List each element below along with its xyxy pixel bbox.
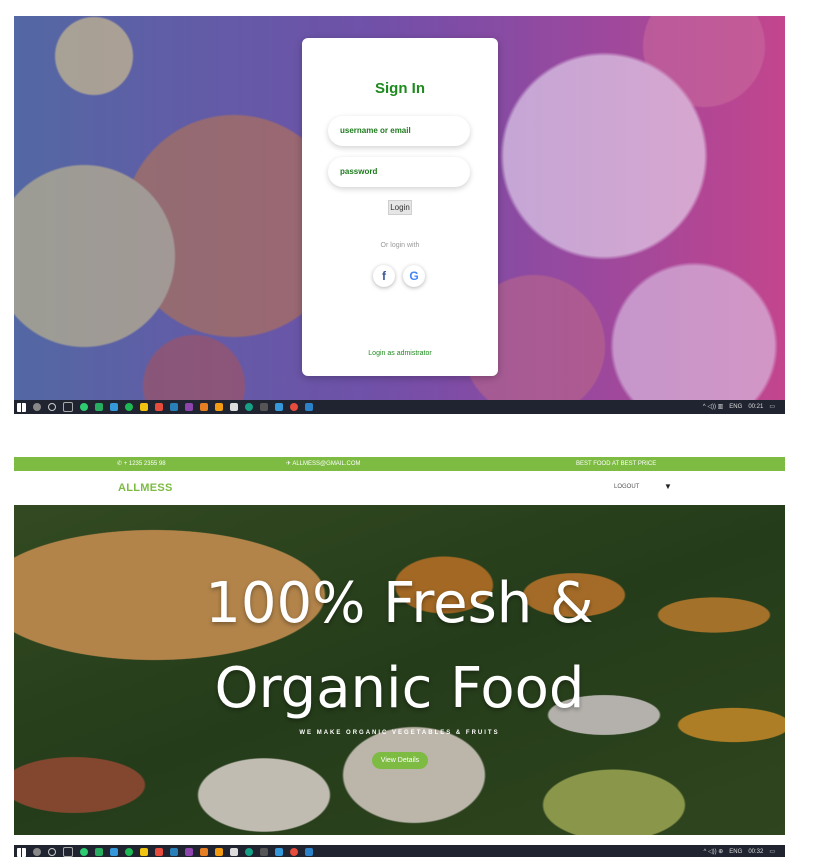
app4-icon[interactable]: [215, 403, 223, 411]
taskbar-icons: [17, 847, 313, 857]
app-icon[interactable]: [95, 403, 103, 411]
signin-title: Sign In: [375, 80, 425, 97]
google-icon[interactable]: G: [403, 265, 425, 287]
hero-title-line2: Organic Food: [214, 656, 585, 721]
cortana-icon[interactable]: [48, 848, 56, 856]
system-tray: ^ ◁)) ▥ ENG 00:21 ▭: [703, 400, 775, 414]
app9-icon[interactable]: [305, 848, 313, 856]
contact-bar: ✆ + 1235 2355 98 ✈ ALLMESS@GMAIL.COM BES…: [14, 457, 785, 471]
app5-icon[interactable]: [230, 848, 238, 856]
taskbar-icons: [17, 402, 313, 412]
logout-link[interactable]: LOGOUT: [614, 484, 639, 490]
username-input[interactable]: username or email: [328, 116, 470, 146]
edge-icon[interactable]: [110, 403, 118, 411]
tray-icons[interactable]: ^ ◁)) ▥: [703, 400, 723, 414]
taskbar: ^ ◁)) ⊕ ENG 00:32 ▭: [14, 845, 785, 857]
site-logo[interactable]: ALLMESS: [118, 482, 173, 494]
edge-icon[interactable]: [110, 848, 118, 856]
chrome-icon[interactable]: [80, 848, 88, 856]
office-icon[interactable]: [155, 848, 163, 856]
app2-icon[interactable]: [185, 403, 193, 411]
task-view-icon[interactable]: [63, 402, 73, 412]
app8-icon[interactable]: [290, 848, 298, 856]
windows-start-icon[interactable]: [17, 402, 26, 412]
password-input[interactable]: password: [328, 157, 470, 187]
hero-banner: 100% Fresh & Organic Food WE MAKE ORGANI…: [14, 505, 785, 835]
chrome-icon[interactable]: [80, 403, 88, 411]
cortana-icon[interactable]: [48, 403, 56, 411]
system-tray: ^ ◁)) ⊕ ENG 00:32 ▭: [704, 845, 776, 857]
app7-icon[interactable]: [260, 848, 268, 856]
vscode-icon[interactable]: [275, 403, 283, 411]
language-indicator[interactable]: ENG: [729, 400, 742, 414]
app3-icon[interactable]: [200, 848, 208, 856]
view-details-button[interactable]: View Details: [372, 752, 428, 769]
spotify-icon[interactable]: [125, 848, 133, 856]
app9-icon[interactable]: [305, 403, 313, 411]
app2-icon[interactable]: [185, 848, 193, 856]
language-indicator[interactable]: ENG: [729, 845, 742, 857]
taskbar: ^ ◁)) ▥ ENG 00:21 ▭: [14, 400, 785, 414]
email-text: ✈ ALLMESS@GMAIL.COM: [286, 461, 361, 467]
facebook-icon[interactable]: f: [373, 265, 395, 287]
tray-icons[interactable]: ^ ◁)) ⊕: [704, 845, 724, 857]
mail-icon[interactable]: [170, 848, 178, 856]
vscode-icon[interactable]: [275, 848, 283, 856]
spotify-icon[interactable]: [125, 403, 133, 411]
app6-icon[interactable]: [245, 848, 253, 856]
login-button[interactable]: Login: [388, 200, 412, 215]
cart-icon[interactable]: ▼: [664, 482, 672, 491]
phone-text: ✆ + 1235 2355 98: [117, 461, 166, 467]
clock[interactable]: 00:21: [748, 400, 763, 414]
signin-card: Sign In username or email password Login…: [302, 38, 498, 376]
navbar: ALLMESS LOGOUT ▼: [14, 471, 785, 505]
notification-icon[interactable]: ▭: [769, 400, 775, 414]
task-view-icon[interactable]: [63, 847, 73, 857]
app3-icon[interactable]: [200, 403, 208, 411]
tagline: BEST FOOD AT BEST PRICE: [576, 461, 657, 467]
folder-icon[interactable]: [140, 403, 148, 411]
hero-title-line1: 100% Fresh &: [205, 571, 594, 636]
notification-icon[interactable]: ▭: [769, 845, 775, 857]
email-address: ALLMESS@GMAIL.COM: [292, 461, 361, 467]
office-icon[interactable]: [155, 403, 163, 411]
folder-icon[interactable]: [140, 848, 148, 856]
app8-icon[interactable]: [290, 403, 298, 411]
or-login-with-label: Or login with: [380, 242, 420, 249]
home-screenshot: ✆ + 1235 2355 98 ✈ ALLMESS@GMAIL.COM BES…: [14, 457, 785, 857]
windows-start-icon[interactable]: [17, 847, 26, 857]
mail-icon[interactable]: [170, 403, 178, 411]
app6-icon[interactable]: [245, 403, 253, 411]
admin-login-link[interactable]: Login as admistrator: [302, 350, 498, 357]
clock[interactable]: 00:32: [748, 845, 763, 857]
hero-subtitle: WE MAKE ORGANIC VEGETABLES & FRUITS: [299, 730, 500, 736]
phone-number: + 1235 2355 98: [123, 461, 166, 467]
app4-icon[interactable]: [215, 848, 223, 856]
app5-icon[interactable]: [230, 403, 238, 411]
signin-screenshot: Sign In username or email password Login…: [14, 16, 785, 414]
search-icon[interactable]: [33, 403, 41, 411]
app7-icon[interactable]: [260, 403, 268, 411]
search-icon[interactable]: [33, 848, 41, 856]
app-icon[interactable]: [95, 848, 103, 856]
